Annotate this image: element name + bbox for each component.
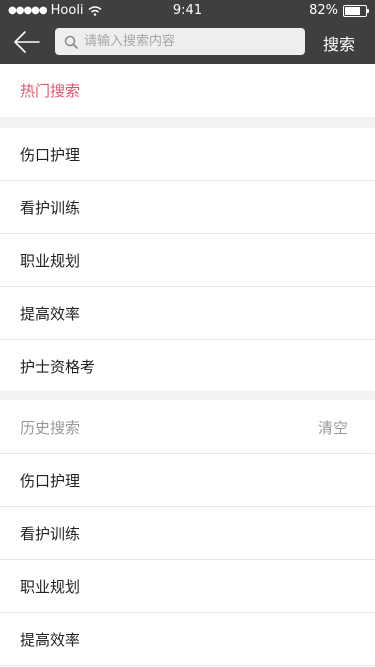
list-item-label: 伤口护理 — [20, 146, 81, 164]
section-divider — [0, 117, 375, 128]
list-item[interactable]: 看护训练 — [0, 181, 375, 234]
search-box[interactable] — [55, 28, 305, 55]
list-item-label: 伤口护理 — [20, 472, 81, 490]
list-item-label: 护士资格考 — [20, 358, 96, 376]
list-item-label: 提高效率 — [20, 631, 81, 649]
back-arrow-icon[interactable] — [12, 29, 42, 55]
list-item-label: 职业规划 — [20, 578, 81, 596]
list-item[interactable]: 看护训练 — [0, 507, 375, 560]
list-item-label: 提高效率 — [20, 305, 81, 323]
status-right: 82% — [309, 3, 369, 18]
list-item[interactable]: 提高效率 — [0, 287, 375, 340]
history-search-list: 伤口护理 看护训练 职业规划 提高效率 — [0, 454, 375, 666]
list-item-label: 看护训练 — [20, 525, 81, 543]
battery-percentage: 82% — [309, 3, 338, 18]
list-item[interactable]: 护士资格考 — [0, 340, 375, 393]
search-input[interactable] — [84, 34, 284, 49]
list-item[interactable]: 伤口护理 — [0, 454, 375, 507]
battery-fill — [345, 6, 360, 15]
list-item-label: 看护训练 — [20, 199, 81, 217]
clear-history-button[interactable]: 清空 — [318, 417, 348, 438]
list-item[interactable]: 伤口护理 — [0, 128, 375, 181]
search-button[interactable]: 搜索 — [323, 31, 355, 55]
search-icon — [64, 35, 78, 49]
list-item[interactable]: 提高效率 — [0, 613, 375, 666]
nav-bar: 搜索 — [0, 20, 375, 64]
hot-search-list: 伤口护理 看护训练 职业规划 提高效率 护士资格考 — [0, 128, 375, 393]
history-search-header: 历史搜索 清空 — [0, 400, 375, 454]
battery-icon — [343, 4, 369, 17]
list-item-label: 职业规划 — [20, 252, 81, 270]
status-bar: ●●●●● Hooli 9:41 82% — [0, 0, 375, 20]
list-item[interactable]: 职业规划 — [0, 234, 375, 287]
list-item[interactable]: 职业规划 — [0, 560, 375, 613]
hot-search-title: 热门搜索 — [20, 82, 81, 100]
section-divider — [0, 391, 375, 400]
hot-search-header: 热门搜索 — [0, 64, 375, 117]
history-search-title: 历史搜索 — [20, 419, 81, 437]
